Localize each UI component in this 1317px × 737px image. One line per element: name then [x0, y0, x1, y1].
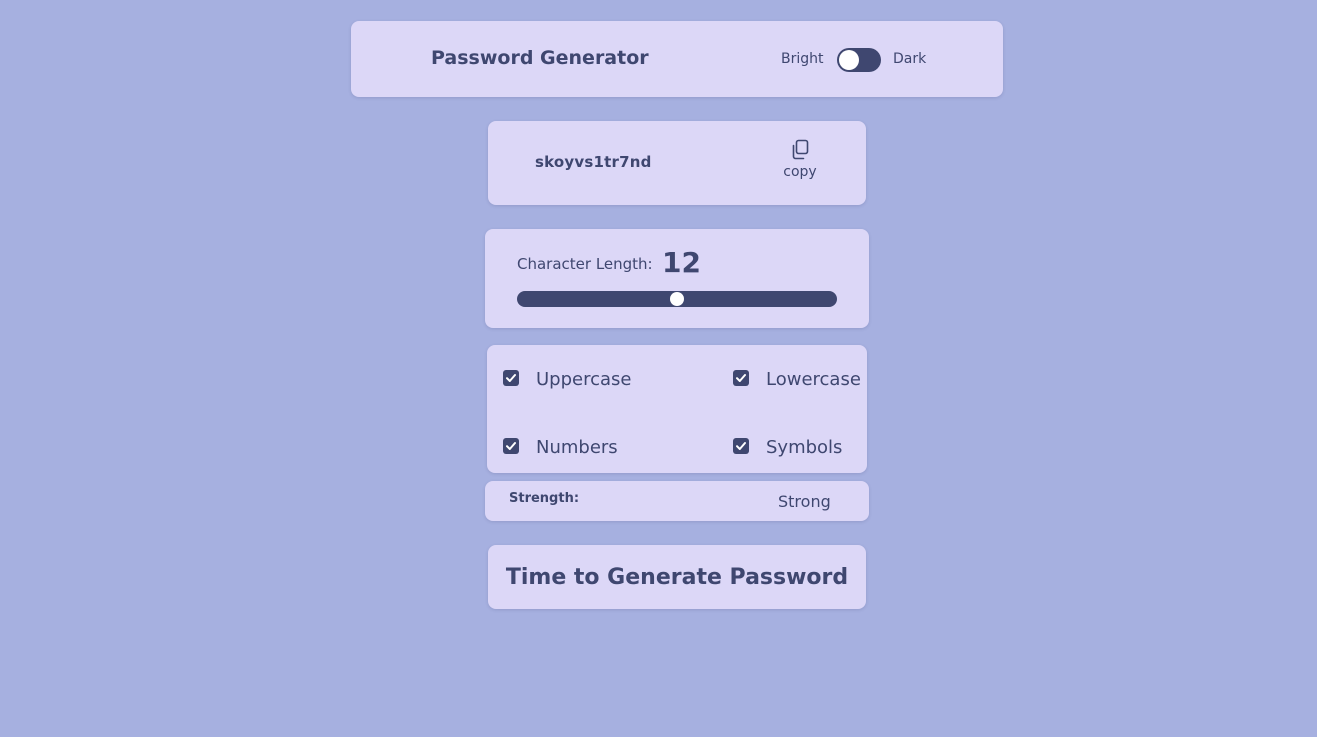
strength-label: Strength:: [509, 491, 580, 506]
toggle-knob: [839, 50, 859, 70]
app-header: Password Generator Bright Dark: [351, 21, 1003, 97]
lowercase-checkbox[interactable]: [733, 369, 749, 386]
options-panel: Uppercase Lowercase Numbers Symbols: [487, 345, 867, 473]
copy-icon: [792, 139, 809, 160]
numbers-option[interactable]: Numbers: [503, 433, 618, 458]
symbols-checkbox[interactable]: [733, 437, 749, 454]
lowercase-label: Lowercase: [766, 369, 861, 390]
generate-password-button[interactable]: Time to Generate Password: [488, 545, 866, 609]
slider-thumb[interactable]: [670, 292, 684, 306]
dark-theme-label: Dark: [893, 51, 927, 67]
length-slider[interactable]: [517, 291, 837, 307]
numbers-label: Numbers: [536, 437, 618, 458]
length-value: 12: [662, 246, 701, 279]
uppercase-label: Uppercase: [536, 369, 632, 390]
app-title: Password Generator: [431, 47, 649, 69]
symbols-option[interactable]: Symbols: [733, 433, 842, 458]
bright-theme-label: Bright: [781, 51, 824, 67]
strength-value: Strong: [778, 492, 831, 511]
symbols-label: Symbols: [766, 437, 843, 458]
generated-password: skoyvs1tr7nd: [535, 153, 652, 171]
numbers-checkbox[interactable]: [503, 437, 519, 454]
password-display: skoyvs1tr7nd copy: [488, 121, 866, 205]
length-label: Character Length:: [517, 255, 653, 273]
copy-button[interactable]: copy: [778, 139, 822, 187]
check-icon: [506, 441, 516, 450]
length-panel: Character Length: 12: [485, 229, 869, 328]
uppercase-option[interactable]: Uppercase: [503, 365, 631, 390]
lowercase-option[interactable]: Lowercase: [733, 365, 861, 390]
check-icon: [736, 441, 746, 450]
strength-panel: Strength: Strong: [485, 481, 869, 521]
uppercase-checkbox[interactable]: [503, 369, 519, 386]
check-icon: [736, 373, 746, 382]
check-icon: [506, 373, 516, 382]
copy-label: copy: [783, 164, 817, 180]
theme-toggle[interactable]: [837, 48, 881, 72]
